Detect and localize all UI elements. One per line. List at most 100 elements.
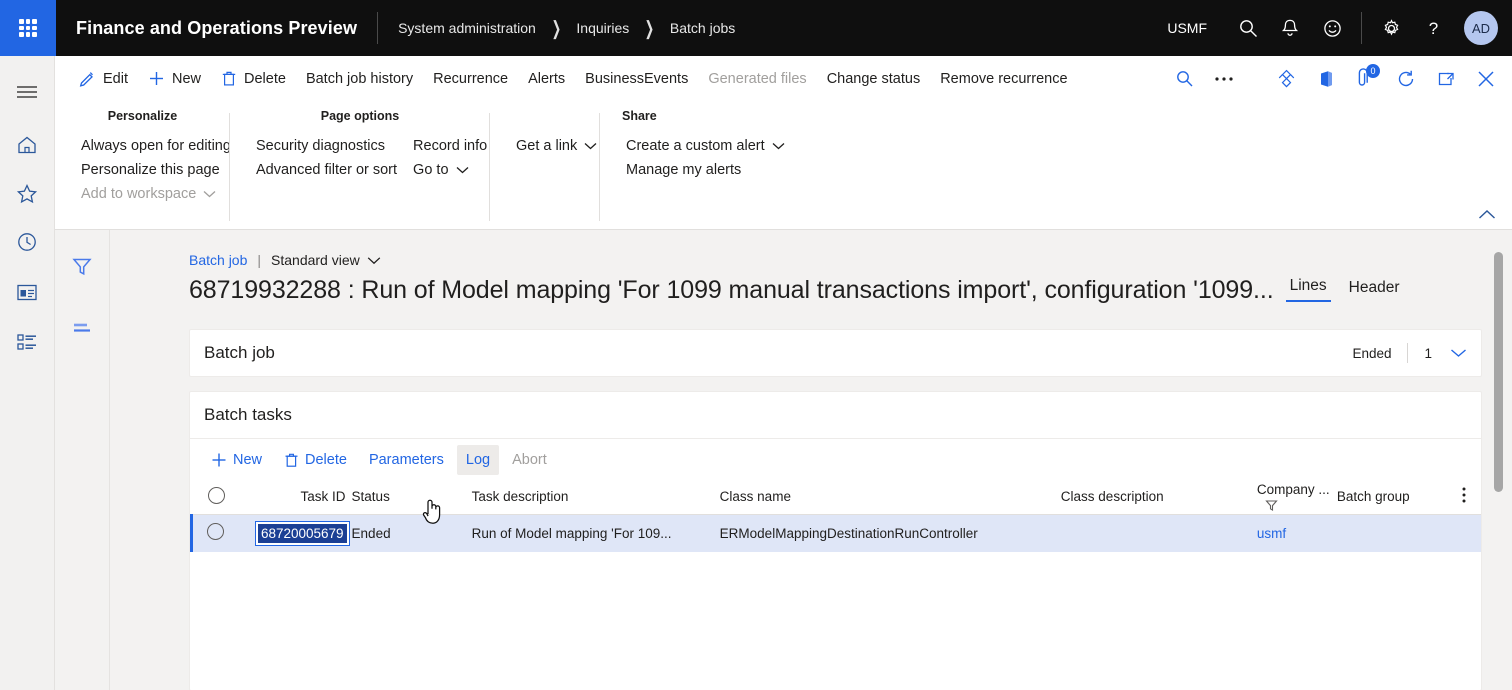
- row-select-radio[interactable]: [207, 523, 224, 540]
- always-open-for-editing-item[interactable]: Always open for editing: [73, 134, 239, 158]
- row-select-cell[interactable]: [192, 514, 248, 552]
- alerts-button[interactable]: Alerts: [518, 63, 575, 95]
- company-link[interactable]: usmf: [1257, 526, 1286, 541]
- remove-recurrence-button[interactable]: Remove recurrence: [930, 63, 1077, 95]
- vertical-scrollbar-thumb[interactable]: [1494, 252, 1503, 492]
- column-header-status[interactable]: Status: [352, 480, 472, 514]
- batch-job-link[interactable]: Batch job: [189, 252, 247, 268]
- cell-company[interactable]: usmf: [1257, 514, 1337, 552]
- hamburger-icon[interactable]: [3, 68, 51, 116]
- create-a-custom-alert-item[interactable]: Create a custom alert: [618, 134, 822, 158]
- grid-select-all-header[interactable]: [192, 480, 248, 514]
- search-icon[interactable]: [1164, 61, 1204, 97]
- breadcrumb-item-2[interactable]: Batch jobs: [670, 20, 735, 36]
- attachments-diamond-icon[interactable]: [1266, 61, 1306, 97]
- column-header-task-id[interactable]: Task ID: [248, 480, 352, 514]
- change-status-label: Change status: [827, 71, 921, 87]
- collapse-action-pane-button[interactable]: [1462, 202, 1512, 230]
- batch-job-history-button[interactable]: Batch job history: [296, 63, 423, 95]
- go-to-item[interactable]: Go to: [405, 158, 495, 182]
- office-app-icon[interactable]: [1306, 61, 1346, 97]
- filter-funnel-icon[interactable]: [1265, 499, 1278, 512]
- feedback-icon[interactable]: [1311, 8, 1353, 48]
- business-events-label: BusinessEvents: [585, 71, 688, 87]
- refresh-icon[interactable]: [1386, 61, 1426, 97]
- select-all-radio[interactable]: [208, 487, 225, 504]
- business-events-button[interactable]: BusinessEvents: [575, 63, 698, 95]
- edit-button[interactable]: Edit: [69, 63, 138, 95]
- left-navigation-rail: [0, 56, 55, 690]
- column-header-class-description[interactable]: Class description: [1061, 480, 1257, 514]
- cell-class-name[interactable]: ERModelMappingDestinationRunController: [720, 514, 1061, 552]
- vertical-scrollbar[interactable]: [1494, 252, 1503, 668]
- table-row[interactable]: 68720005679 Ended Run of Model mapping '…: [192, 514, 1482, 552]
- modules-icon[interactable]: [3, 318, 51, 366]
- recurrence-button[interactable]: Recurrence: [423, 63, 518, 95]
- delete-button[interactable]: Delete: [211, 63, 296, 95]
- close-icon[interactable]: [1466, 61, 1506, 97]
- tab-lines[interactable]: Lines: [1286, 277, 1331, 302]
- grid-options-header[interactable]: [1447, 480, 1481, 514]
- batch-tasks-header[interactable]: Batch tasks: [190, 392, 1481, 438]
- batch-job-fasttab[interactable]: Batch job Ended 1: [189, 329, 1482, 377]
- help-icon[interactable]: ?: [1412, 8, 1454, 48]
- breadcrumb-item-1[interactable]: Inquiries: [576, 20, 629, 36]
- group-title: Personalize: [73, 109, 212, 123]
- cell-options: [1447, 514, 1481, 552]
- home-icon[interactable]: [3, 120, 51, 168]
- manage-my-alerts-item[interactable]: Manage my alerts: [618, 158, 822, 182]
- column-header-batch-group[interactable]: Batch group: [1337, 480, 1447, 514]
- cell-task-description[interactable]: Run of Model mapping 'For 109...: [472, 514, 720, 552]
- workspaces-icon[interactable]: [3, 268, 51, 316]
- cell-status[interactable]: Ended: [352, 514, 472, 552]
- search-icon[interactable]: [1227, 8, 1269, 48]
- favorites-icon[interactable]: [3, 169, 51, 217]
- open-in-new-window-icon[interactable]: [1426, 61, 1466, 97]
- advanced-filter-or-sort-item[interactable]: Advanced filter or sort: [248, 158, 405, 182]
- top-navigation-bar: Finance and Operations Preview System ad…: [0, 0, 1512, 56]
- breadcrumb-item-0[interactable]: System administration: [398, 20, 536, 36]
- grid-header-row: Task ID Status Task description Class na…: [192, 480, 1482, 514]
- attachment-clip-icon[interactable]: 0: [1346, 61, 1386, 97]
- column-header-class-name[interactable]: Class name: [720, 480, 1061, 514]
- app-launcher-button[interactable]: [0, 0, 56, 56]
- avatar[interactable]: AD: [1464, 11, 1498, 45]
- recent-icon[interactable]: [3, 218, 51, 266]
- item-label: Go to: [413, 162, 448, 178]
- change-status-button[interactable]: Change status: [817, 63, 931, 95]
- tab-header[interactable]: Header: [1345, 279, 1404, 302]
- grid-new-button[interactable]: New: [202, 445, 271, 475]
- chevron-up-icon: [1478, 207, 1496, 225]
- cell-batch-group[interactable]: [1337, 514, 1447, 552]
- column-header-task-description[interactable]: Task description: [472, 480, 720, 514]
- overflow-ellipsis-icon[interactable]: [1204, 61, 1244, 97]
- cell-task-id[interactable]: 68720005679: [248, 514, 352, 552]
- company-selector[interactable]: USMF: [1167, 20, 1207, 36]
- batch-tasks-fasttab: Batch tasks New Delete: [189, 391, 1482, 690]
- grid-parameters-button[interactable]: Parameters: [360, 445, 453, 475]
- filter-funnel-icon[interactable]: [60, 244, 104, 288]
- item-label: Record info: [413, 138, 487, 154]
- column-header-company[interactable]: Company ...: [1257, 480, 1337, 514]
- command-bar: Edit New Delete Batch job history Recurr…: [55, 56, 1512, 101]
- get-a-link-item[interactable]: Get a link: [508, 134, 582, 158]
- cell-class-description[interactable]: [1061, 514, 1257, 552]
- new-button[interactable]: New: [138, 63, 211, 95]
- batch-tasks-toolbar: New Delete Parameters Log: [190, 438, 1481, 480]
- batch-job-title: Batch job: [204, 343, 275, 363]
- standard-view-selector[interactable]: Standard view: [271, 252, 381, 268]
- notifications-icon[interactable]: [1269, 8, 1311, 48]
- security-diagnostics-item[interactable]: Security diagnostics: [248, 134, 405, 158]
- add-to-workspace-item: Add to workspace: [73, 182, 239, 206]
- filter-lines-icon[interactable]: [60, 306, 104, 350]
- personalize-this-page-item[interactable]: Personalize this page: [73, 158, 239, 182]
- more-vertical-icon[interactable]: [1462, 491, 1466, 508]
- chevron-down-icon[interactable]: [1450, 348, 1467, 358]
- record-info-item[interactable]: Record info: [405, 134, 495, 158]
- grid-log-button[interactable]: Log: [457, 445, 499, 475]
- settings-icon[interactable]: [1370, 8, 1412, 48]
- grid-delete-button[interactable]: Delete: [275, 445, 356, 475]
- batch-tasks-grid: Task ID Status Task description Class na…: [190, 480, 1481, 552]
- item-label: Get a link: [516, 138, 577, 154]
- task-id-editor[interactable]: 68720005679: [255, 521, 350, 546]
